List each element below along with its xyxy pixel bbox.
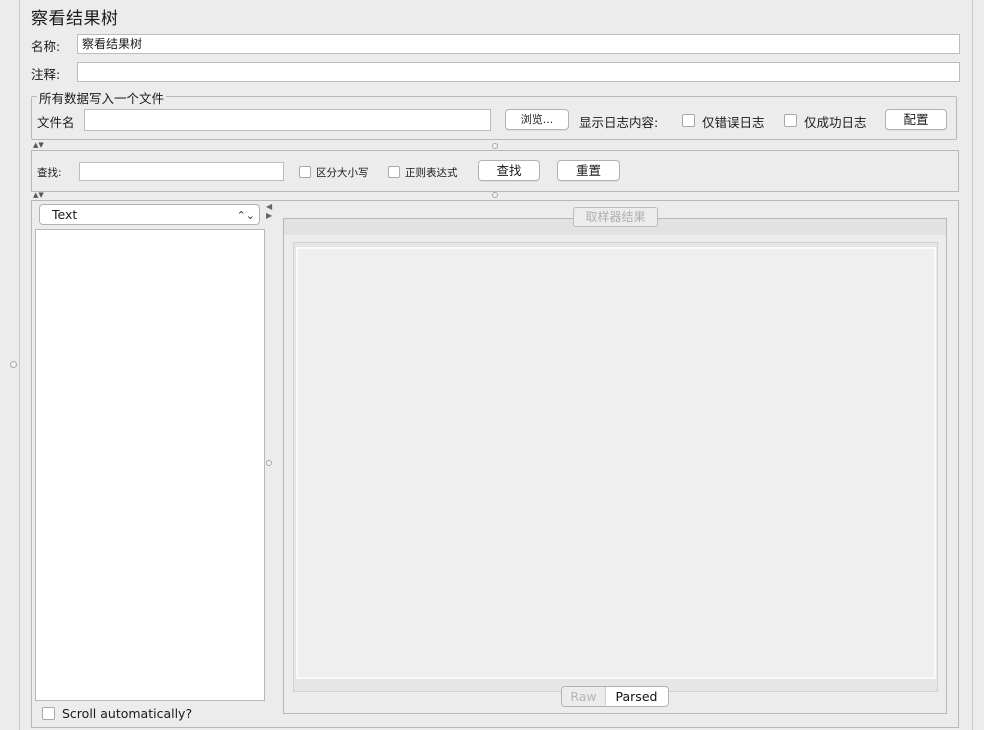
results-tree[interactable] xyxy=(35,229,265,701)
raw-tab[interactable]: Raw xyxy=(562,687,606,706)
splitter-handle-icon[interactable] xyxy=(492,143,498,149)
filename-label: 文件名 xyxy=(37,115,75,130)
find-button[interactable]: 查找 xyxy=(478,160,540,181)
parsed-tab[interactable]: Parsed xyxy=(606,687,667,706)
reset-button[interactable]: 重置 xyxy=(557,160,620,181)
splitter-handle-icon[interactable] xyxy=(492,192,498,198)
regex-checkbox[interactable] xyxy=(388,166,400,178)
split-toggle-icon[interactable]: ▲▼ xyxy=(33,141,44,149)
name-label: 名称: xyxy=(31,39,61,54)
errors-only-checkbox[interactable] xyxy=(682,114,695,127)
name-input[interactable]: 察看结果树 xyxy=(77,34,960,54)
renderer-select-value: Text xyxy=(52,207,78,222)
comment-input[interactable] xyxy=(77,62,960,82)
page-title: 察看结果树 xyxy=(31,9,119,29)
scroll-auto-label: Scroll automatically? xyxy=(62,706,193,721)
scroll-auto-checkbox[interactable] xyxy=(42,707,55,720)
success-only-checkbox[interactable] xyxy=(784,114,797,127)
case-sensitive-checkbox[interactable] xyxy=(299,166,311,178)
chevron-updown-icon: ⌃⌄ xyxy=(236,209,255,222)
search-input[interactable] xyxy=(79,162,284,181)
case-sensitive-label: 区分大小写 xyxy=(316,167,369,179)
configure-button[interactable]: 配置 xyxy=(885,109,947,130)
collapse-arrows-icon[interactable]: ◀ ▶ xyxy=(266,202,272,220)
renderer-select[interactable]: Text ⌃⌄ xyxy=(39,204,260,225)
browse-button[interactable]: 浏览... xyxy=(505,109,569,130)
file-output-group-title: 所有数据写入一个文件 xyxy=(37,88,167,107)
log-content-label: 显示日志内容: xyxy=(579,115,659,130)
filename-input[interactable] xyxy=(84,109,491,131)
comment-label: 注释: xyxy=(31,67,61,82)
right-scroll-strip xyxy=(972,0,984,730)
errors-only-label: 仅错误日志 xyxy=(702,115,765,130)
left-collapse-strip[interactable] xyxy=(0,0,20,730)
search-label: 查找: xyxy=(37,167,62,179)
view-mode-toggle[interactable]: Raw Parsed xyxy=(561,686,669,707)
splitter-handle-icon[interactable] xyxy=(10,361,17,368)
splitter-handle-icon[interactable] xyxy=(266,460,272,466)
split-toggle-icon[interactable]: ▲▼ xyxy=(33,191,44,199)
detail-text-area[interactable] xyxy=(296,247,936,679)
success-only-label: 仅成功日志 xyxy=(804,115,867,130)
sampler-result-tab[interactable]: 取样器结果 xyxy=(573,207,658,227)
regex-label: 正则表达式 xyxy=(405,167,458,179)
